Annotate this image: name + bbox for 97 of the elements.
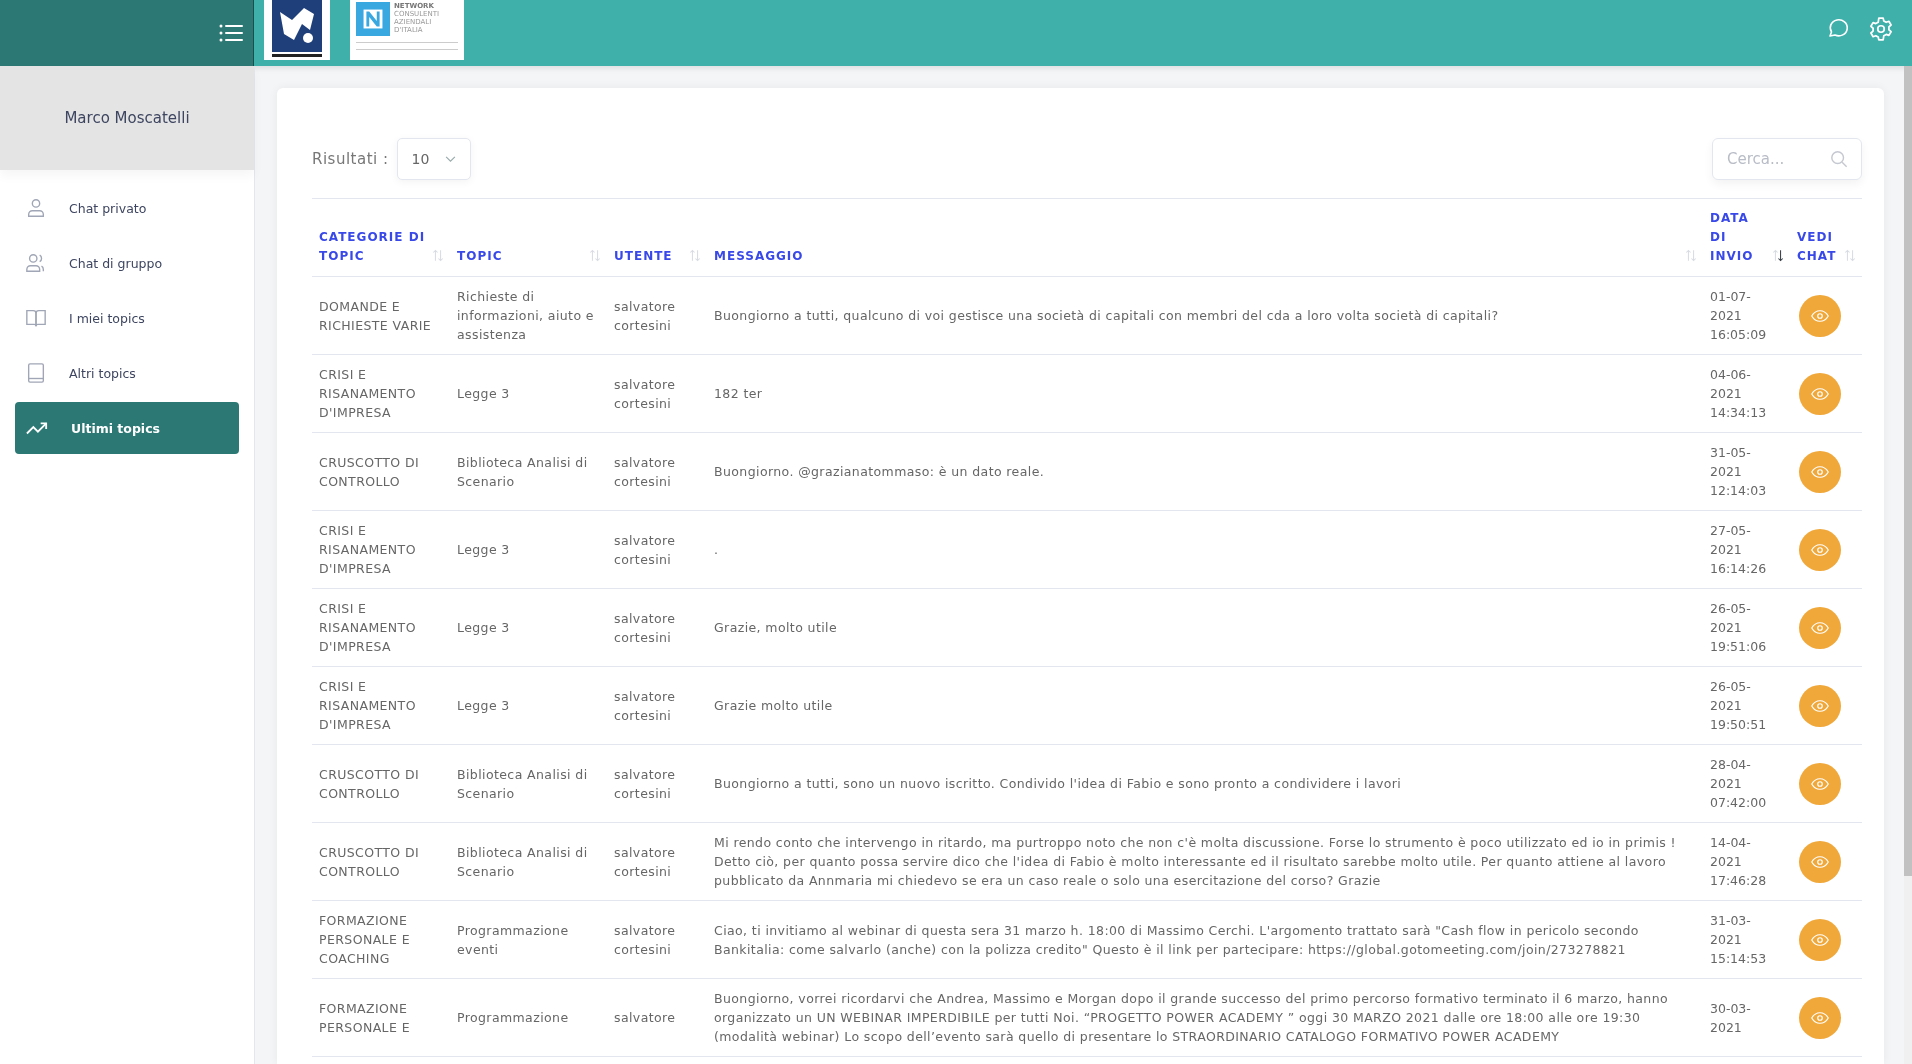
message-cell-text: Mi rendo conto che intervengo in ritardo, ma purtroppo noto che non c'è molta discussione. Forse lo strumento è poco utilizzato ed io in primis ! Detto ciò, per quanto possa servire dico che l'idea di Fabio è molto interessante ed il risultato sarebbe molto utile. Per quanto attiene al lavoro pubblicato da Annmaria mi chiedevo se era un caso reale o solo una esercitazione del corso? Grazie — [714, 834, 1677, 890]
eye-icon — [1811, 777, 1829, 790]
category-cell-text: CRISI E RISANAMENTO D'IMPRESA — [319, 678, 417, 734]
column-header[interactable]: TOPIC — [457, 247, 503, 266]
user-cell-text: salvatore cortesini — [614, 297, 677, 335]
message-cell-text: Buongiorno. @grazianatommaso: è un dato reale. — [714, 463, 1046, 481]
person-icon — [25, 197, 47, 219]
eye-icon — [1811, 309, 1829, 322]
category-cell-text: FORMAZIONE PERSONALE E COACHING — [319, 912, 411, 968]
sidebar-item[interactable]: Chat di gruppo — [15, 237, 239, 289]
category-cell-text: CRUSCOTTO DI CONTROLLO — [319, 765, 421, 803]
topic-cell-text: Biblioteca Analisi di Scenario — [457, 765, 589, 803]
user-cell-text: salvatore cortesini — [614, 921, 677, 959]
date-cell-text: 31-03- 2021 15:14:53 — [1710, 912, 1768, 968]
sidebar-item[interactable]: I miei topics — [15, 292, 239, 344]
date-cell-text: 27-05- 2021 16:14:26 — [1710, 522, 1768, 578]
category-cell-text: CRUSCOTTO DI CONTROLLO — [319, 453, 421, 491]
eye-icon — [1811, 621, 1829, 634]
sidebar-item[interactable]: Altri topics — [15, 347, 239, 399]
column-header[interactable]: DATA DI INVIO — [1710, 209, 1754, 266]
people-icon — [25, 252, 47, 274]
results-label: Risultati : — [312, 150, 389, 168]
topic-cell-text: Richieste di informazioni, aiuto e assistenza — [457, 288, 595, 344]
view-chat-button[interactable] — [1799, 684, 1841, 727]
message-cell-text: Buongiorno a tutti, sono un nuovo iscritto. Condivido l'idea di Fabio e sono pronto a condividere i lavori — [714, 775, 1403, 793]
user-cell-text: salvatore cortesini — [614, 765, 677, 803]
category-cell-text: FORMAZIONE PERSONALE E — [319, 999, 411, 1037]
date-cell-text: 30-03- 2021 — [1710, 999, 1752, 1037]
category-cell-text: CRISI E RISANAMENTO D'IMPRESA — [319, 522, 417, 578]
message-cell-text: Buongiorno, vorrei ricordarvi che Andrea, Massimo e Morgan dopo il grande successo del primo percorso formativo terminato il 6 marzo, hanno organizzato un UN WEBINAR IMPERDIBILE per tutti Noi. “PROGETTO POWER ACADEMY ” oggi 30 MARZO 2021 dalle ore 18:00 alle ore 19:30 (modalità webinar) Lo scopo dell’evento sarà quello di presentare lo STRAORDINARIO CATALOGO FORMATIVO POWER ACADEMY — [714, 990, 1670, 1046]
view-chat-button[interactable] — [1799, 372, 1841, 415]
view-chat-button[interactable] — [1799, 918, 1841, 961]
chevron-down-icon — [444, 155, 456, 163]
view-chat-button[interactable] — [1799, 762, 1841, 805]
message-cell-text: Buongiorno a tutti, qualcuno di voi gestisce una società di capitali con membri del cda a loro volta società di capitali? — [714, 307, 1500, 325]
sort-icon[interactable] — [1772, 249, 1784, 262]
message-cell-text: Ciao, ti invitiamo al webinar di questa sera 31 marzo h. 18:00 di Massimo Cerchi. L'argomento trattato sarà "Cash flow in pericolo secondo Bankitalia: come salvarlo (anche) con la polizza credito" Questo è il link per partecipare: https://global.gotomeeting.com/join/273278821 — [714, 921, 1640, 959]
date-cell-text: 14-04- 2021 17:46:28 — [1710, 834, 1768, 890]
scrollbar-thumb[interactable] — [1904, 66, 1912, 876]
view-chat-button[interactable] — [1799, 294, 1841, 337]
date-cell-text: 31-05- 2021 12:14:03 — [1710, 444, 1768, 500]
view-chat-button[interactable] — [1799, 528, 1841, 571]
user-cell-text: salvatore cortesini — [614, 375, 677, 413]
view-chat-button[interactable] — [1799, 606, 1841, 649]
eye-icon — [1811, 1011, 1829, 1024]
page-size-select[interactable]: 10 — [396, 138, 471, 180]
category-cell-text: CRISI E RISANAMENTO D'IMPRESA — [319, 600, 417, 656]
date-cell-text: 04-06- 2021 14:34:13 — [1710, 366, 1768, 422]
shield-logo-icon — [264, 0, 330, 60]
category-cell-text: CRISI E RISANAMENTO D'IMPRESA — [319, 366, 417, 422]
search-field[interactable]: Cerca... — [1712, 138, 1862, 180]
message-cell-text: . — [714, 541, 720, 559]
eye-icon — [1811, 855, 1829, 868]
date-cell-text: 28-04- 2021 07:42:00 — [1710, 756, 1768, 812]
topic-cell-text: Legge 3 — [457, 541, 511, 559]
column-header[interactable]: MESSAGGIO — [714, 247, 804, 266]
eye-icon — [1811, 465, 1829, 478]
user-cell-text: salvatore cortesini — [614, 453, 677, 491]
eye-icon — [1811, 933, 1829, 946]
date-cell-text: 26-05- 2021 19:50:51 — [1710, 678, 1768, 734]
user-cell-text: salvatore cortesini — [614, 687, 677, 725]
menu-icon[interactable] — [219, 24, 243, 42]
topic-cell-text: Biblioteca Analisi di Scenario — [457, 453, 589, 491]
user-cell-text: salvatore cortesini — [614, 609, 677, 647]
view-chat-button[interactable] — [1799, 450, 1841, 493]
topic-cell-text: Biblioteca Analisi di Scenario — [457, 843, 589, 881]
user-cell-text: salvatore cortesini — [614, 843, 677, 881]
date-cell-text: 01-07- 2021 16:05:09 — [1710, 288, 1768, 344]
user-name: Marco Moscatelli — [64, 109, 190, 127]
column-header[interactable]: CATEGORIE DI TOPIC — [319, 228, 426, 266]
topic-cell-text: Legge 3 — [457, 385, 511, 403]
topic-cell-text: Legge 3 — [457, 697, 511, 715]
sidebar-item[interactable]: Chat privato — [15, 182, 239, 234]
user-cell-text: salvatore — [614, 1009, 677, 1027]
eye-icon — [1811, 543, 1829, 556]
eye-icon — [1811, 387, 1829, 400]
message-cell-text: 182 ter — [714, 385, 764, 403]
view-chat-button[interactable] — [1799, 996, 1841, 1039]
book-icon — [25, 362, 47, 384]
column-header[interactable]: UTENTE — [614, 247, 673, 266]
topic-cell-text: Programmazione — [457, 1009, 570, 1027]
chat-icon[interactable] — [1826, 16, 1850, 40]
message-cell-text: Grazie, molto utile — [714, 619, 839, 637]
message-cell-text: Grazie molto utile — [714, 697, 834, 715]
category-cell-text: CRUSCOTTO DI CONTROLLO — [319, 843, 421, 881]
view-chat-button[interactable] — [1799, 840, 1841, 883]
date-cell-text: 26-05- 2021 19:51:06 — [1710, 600, 1768, 656]
open-book-icon — [25, 307, 47, 329]
topic-cell-text: Programmazione eventi — [457, 921, 570, 959]
user-cell-text: salvatore cortesini — [614, 531, 677, 569]
category-cell-text: DOMANDE E RICHIESTE VARIE — [319, 297, 433, 335]
settings-icon[interactable] — [1868, 16, 1894, 42]
column-header[interactable]: VEDI CHAT — [1797, 228, 1837, 266]
eye-icon — [1811, 699, 1829, 712]
search-icon — [1830, 150, 1848, 168]
topic-cell-text: Legge 3 — [457, 619, 511, 637]
sidebar-item[interactable]: Ultimi topics — [15, 402, 239, 454]
